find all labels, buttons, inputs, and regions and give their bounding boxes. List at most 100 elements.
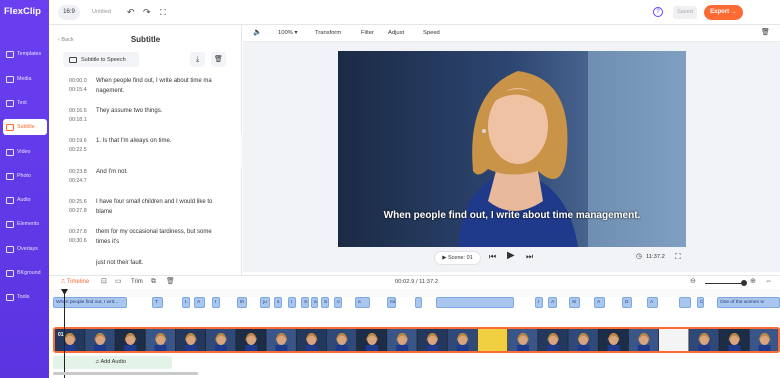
- subtitle-chip[interactable]: I: [212, 297, 220, 308]
- subtitle-text[interactable]: 1. Is that I'm always on time.: [96, 137, 219, 147]
- subtitle-chip[interactable]: [679, 297, 691, 308]
- sidebar-item-bkground[interactable]: BKground: [3, 265, 47, 281]
- zoom-select[interactable]: 100% ▾: [278, 30, 297, 36]
- subtitle-chip[interactable]: a: [355, 297, 370, 308]
- timeline-scrollbar[interactable]: [53, 372, 198, 375]
- subtitle-chip[interactable]: S: [301, 297, 309, 308]
- skip-forward-icon[interactable]: ⏭: [526, 253, 533, 261]
- video-track[interactable]: 01: [53, 327, 780, 353]
- subtitle-start[interactable]: 00:19.6: [69, 137, 91, 146]
- sidebar-item-tools[interactable]: Tools: [3, 289, 47, 305]
- duplicate-icon[interactable]: ⧉: [151, 278, 156, 286]
- subtitle-chip[interactable]: I.: [182, 297, 190, 308]
- speed-button[interactable]: Speed: [423, 30, 440, 36]
- subtitle-end[interactable]: 00:15.4: [69, 86, 91, 95]
- subtitle-times[interactable]: 00:16.6 00:18.1: [69, 107, 91, 125]
- subtitle-text[interactable]: When people find out, I write about time…: [96, 77, 219, 96]
- sidebar-item-subtitle[interactable]: Subtitle: [3, 119, 47, 135]
- subtitle-chip[interactable]: S: [321, 297, 329, 308]
- subtitle-start[interactable]: 00:25.6: [69, 198, 91, 207]
- subtitle-chip[interactable]: A: [647, 297, 658, 308]
- zoom-out-icon[interactable]: ⊖: [690, 278, 696, 286]
- timeline-label[interactable]: ⎍ Timeline: [61, 279, 89, 286]
- aspect-ratio-button[interactable]: 16:9: [58, 5, 80, 20]
- subtitle-start[interactable]: 00:00.0: [69, 77, 91, 86]
- audio-track[interactable]: ♫ Add Audio: [53, 356, 172, 369]
- split-icon[interactable]: ⊡: [101, 278, 107, 286]
- delete-icon[interactable]: 🗑: [211, 52, 226, 67]
- zoom-in-icon[interactable]: ⊕: [750, 278, 756, 286]
- transform-button[interactable]: Transform: [315, 30, 341, 36]
- subtitle-chip[interactable]: Si: [569, 297, 580, 308]
- subtitle-chip[interactable]: [436, 297, 514, 308]
- timeline-ruler[interactable]: [49, 289, 780, 297]
- sidebar-item-overlays[interactable]: Overlays: [3, 241, 47, 257]
- subtitle-times[interactable]: 00:23.8 00:24.7: [69, 168, 91, 186]
- fullscreen-icon[interactable]: ⛶: [160, 8, 166, 17]
- trash-icon[interactable]: 🗑: [761, 28, 770, 36]
- filter-button[interactable]: Filter: [361, 30, 374, 36]
- subtitle-to-speech-button[interactable]: Subtitle to Speech: [63, 52, 139, 67]
- subtitle-start[interactable]: 00:27.8: [69, 228, 91, 237]
- play-icon[interactable]: ▶: [507, 251, 515, 261]
- video-preview[interactable]: When people find out, I write about time…: [338, 51, 686, 247]
- delete-clip-icon[interactable]: 🗑: [166, 278, 175, 286]
- subtitle-start[interactable]: 00:23.8: [69, 168, 91, 177]
- sidebar-item-audio[interactable]: Audio: [3, 192, 47, 208]
- subtitle-chip[interactable]: A: [548, 297, 557, 308]
- subtitle-end[interactable]: 00:18.1: [69, 116, 91, 125]
- subtitle-times[interactable]: 00:25.6 00:27.8: [69, 198, 91, 216]
- subtitle-end[interactable]: 00:24.7: [69, 177, 91, 186]
- skip-back-icon[interactable]: ⏮: [489, 253, 496, 261]
- subtitle-chip[interactable]: A: [194, 297, 205, 308]
- subtitle-chip[interactable]: a: [311, 297, 318, 308]
- subtitle-text[interactable]: They assume two things.: [96, 107, 219, 117]
- download-icon[interactable]: ⤓: [190, 52, 205, 67]
- subtitle-chip[interactable]: A: [594, 297, 605, 308]
- project-title[interactable]: Untitled: [92, 9, 111, 15]
- sidebar-item-elements[interactable]: Elements: [3, 216, 47, 232]
- subtitle-text[interactable]: just not their fault.: [96, 259, 219, 269]
- subtitle-chip[interactable]: C: [697, 297, 704, 308]
- fit-timeline-icon[interactable]: ⇔: [765, 278, 772, 286]
- add-audio-button[interactable]: ♫ Add Audio: [95, 359, 126, 365]
- subtitle-chip[interactable]: th: [237, 297, 247, 308]
- subtitle-chip[interactable]: One of the women w: [717, 297, 780, 308]
- subtitle-chip[interactable]: I: [288, 297, 296, 308]
- subtitle-edit-icon[interactable]: ▭: [115, 278, 122, 286]
- sidebar-item-media[interactable]: Media: [3, 71, 47, 87]
- subtitle-times[interactable]: 00:19.6 00:22.5: [69, 137, 91, 155]
- subtitle-chip[interactable]: minutes to exercise: [387, 297, 396, 308]
- scene-selector[interactable]: ▶ Scene: 01: [434, 251, 481, 265]
- subtitle-text[interactable]: them for my occasional tardiness, but so…: [96, 228, 219, 247]
- subtitle-start[interactable]: 00:16.6: [69, 107, 91, 116]
- subtitle-end[interactable]: 00:30.6: [69, 237, 91, 246]
- redo-icon[interactable]: ↷: [143, 8, 151, 17]
- subtitle-times[interactable]: 00:27.8 00:30.6: [69, 228, 91, 246]
- sidebar-item-templates[interactable]: Templates: [3, 46, 47, 62]
- subtitle-chip[interactable]: D: [622, 297, 632, 308]
- subtitle-text[interactable]: I have four small children and I would l…: [96, 198, 219, 217]
- help-icon[interactable]: ?: [653, 7, 663, 17]
- volume-icon[interactable]: 🔈: [253, 28, 262, 36]
- subtitle-end[interactable]: 00:22.5: [69, 146, 91, 155]
- subtitle-chip[interactable]: ju: [260, 297, 270, 308]
- playhead[interactable]: [64, 289, 65, 378]
- subtitle-chip[interactable]: T: [152, 297, 163, 308]
- zoom-slider[interactable]: [705, 283, 745, 284]
- export-button[interactable]: Export →: [704, 5, 743, 20]
- undo-icon[interactable]: ↶: [127, 8, 135, 17]
- subtitle-chip[interactable]: i: [535, 297, 543, 308]
- subtitle-chip[interactable]: [415, 297, 422, 308]
- subtitle-chip[interactable]: o: [334, 297, 342, 308]
- sidebar-item-video[interactable]: Video: [3, 144, 47, 160]
- trim-button[interactable]: Trim: [131, 279, 143, 285]
- subtitle-times[interactable]: 00:00.0 00:15.4: [69, 77, 91, 95]
- adjust-button[interactable]: Adjust: [388, 30, 404, 36]
- zoom-slider-handle[interactable]: [741, 280, 747, 286]
- fullscreen-preview-icon[interactable]: ⛶: [675, 253, 681, 261]
- sidebar-item-text[interactable]: Text: [3, 95, 47, 111]
- subtitle-text[interactable]: And I'm not.: [96, 168, 219, 178]
- subtitle-end[interactable]: 00:27.8: [69, 207, 91, 216]
- sidebar-item-photo[interactable]: Photo: [3, 168, 47, 184]
